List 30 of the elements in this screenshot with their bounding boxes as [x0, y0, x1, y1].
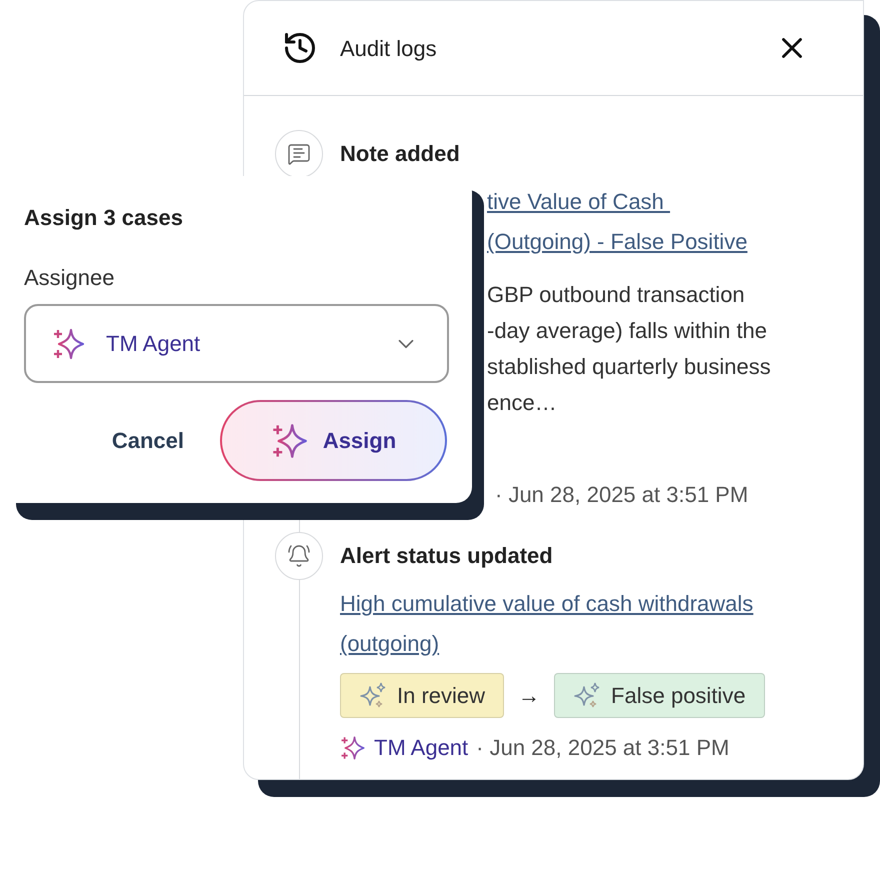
sparkle-icon [52, 326, 86, 360]
panel-title: Audit logs [340, 34, 437, 63]
cancel-button[interactable]: Cancel [110, 424, 186, 457]
sparkle-icon [270, 422, 309, 460]
history-icon [282, 30, 318, 66]
alert-link[interactable]: (outgoing) [340, 624, 440, 664]
note-text: stablished quarterly business [487, 353, 771, 381]
note-text: GBP outbound transaction [487, 281, 745, 309]
chat-bubble-icon [287, 142, 311, 166]
agent-name: TM Agent [374, 734, 468, 762]
arrow: → [518, 682, 540, 710]
dialog-title: Assign 3 cases [24, 204, 184, 232]
field-label: Assignee [24, 264, 116, 292]
entry-title: Note added [340, 140, 460, 168]
assign-button[interactable]: Assign [220, 400, 447, 481]
bell-icon [287, 544, 311, 568]
sparkles-icon [359, 682, 387, 710]
note-text: ence… [487, 389, 557, 417]
alert-link[interactable]: High cumulative value of cash withdrawals [340, 584, 754, 624]
assignee-select[interactable]: TM Agent [24, 304, 449, 383]
entry-title: Alert status updated [340, 542, 553, 570]
status-label: False positive [611, 682, 746, 710]
alert-link[interactable]: tive Value of Cash [487, 182, 670, 222]
sparkles-icon [573, 682, 602, 710]
sparkle-icon [340, 735, 366, 761]
alert-link[interactable]: (Outgoing) - False Positive [487, 222, 748, 262]
note-text: -day average) falls within the [487, 317, 768, 345]
status-label: In review [397, 682, 486, 710]
timestamp: · Jun 28, 2025 at 3:51 PM [476, 734, 730, 762]
timestamp: · Jun 28, 2025 at 3:51 PM [495, 481, 748, 509]
